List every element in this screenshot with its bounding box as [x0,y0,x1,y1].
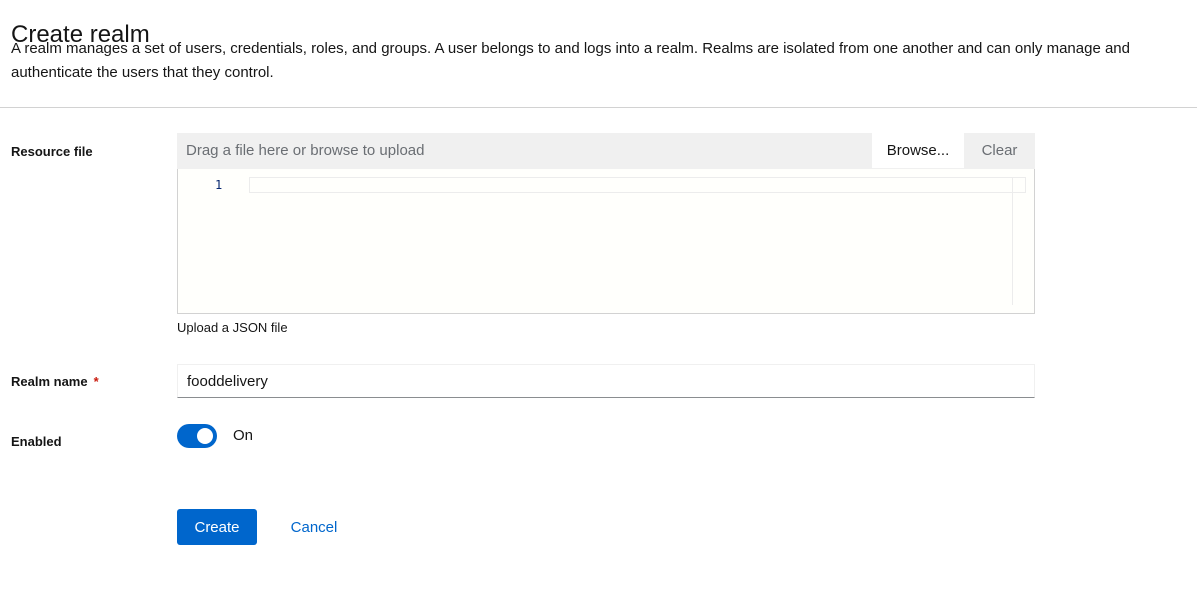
enabled-toggle[interactable] [177,424,217,448]
enabled-toggle-state: On [233,427,254,444]
file-upload-bar[interactable]: Drag a file here or browse to upload Bro… [177,133,1035,169]
cancel-button[interactable]: Cancel [274,509,354,545]
realm-name-label-text: Realm name [11,374,88,389]
browse-button[interactable]: Browse... [872,133,964,168]
header-divider [0,107,1197,108]
realm-name-input[interactable] [177,364,1035,398]
editor-current-line[interactable] [249,177,1013,193]
resource-file-label: Resource file [11,144,93,159]
json-code-editor[interactable]: 1 [177,169,1035,314]
clear-button[interactable]: Clear [964,133,1035,168]
file-upload-placeholder: Drag a file here or browse to upload [186,142,425,159]
enabled-label: Enabled [11,434,62,449]
required-marker: * [93,374,99,389]
page-description: A realm manages a set of users, credenti… [11,40,1130,81]
toggle-knob [197,428,213,444]
editor-scrollbar[interactable] [1012,177,1026,305]
editor-line-number: 1 [215,178,223,192]
editor-scrollbar-thumb[interactable] [1012,177,1026,193]
create-button[interactable]: Create [177,509,257,545]
resource-file-helper-text: Upload a JSON file [177,320,288,335]
realm-name-label: Realm name * [11,374,99,389]
